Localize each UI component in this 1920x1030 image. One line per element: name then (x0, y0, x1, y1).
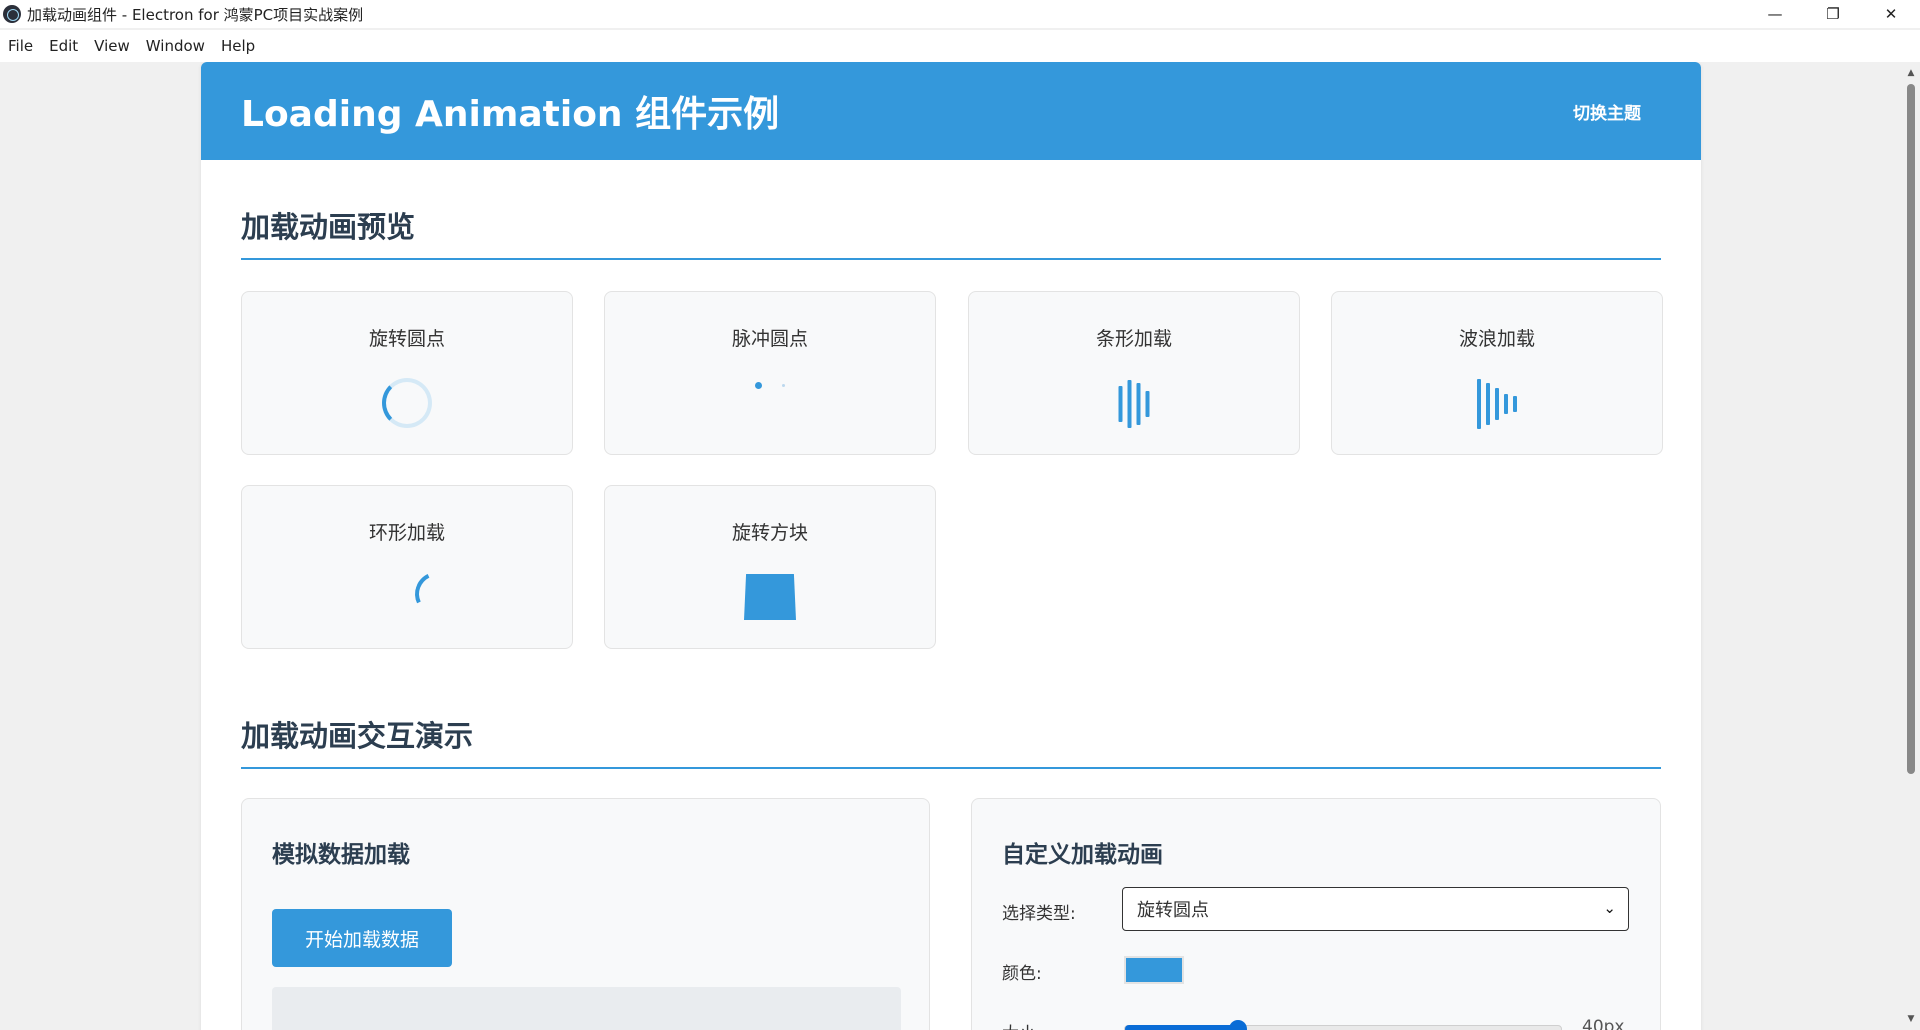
spinner-animation (382, 378, 432, 428)
preview-card-spinner: 旋转圆点 (241, 291, 573, 455)
restore-icon: ❐ (1826, 5, 1840, 23)
data-display-area (272, 987, 901, 1030)
close-button[interactable]: ✕ (1862, 0, 1920, 28)
vertical-scrollbar[interactable]: ▲ ▼ (1902, 62, 1920, 1030)
close-icon: ✕ (1884, 5, 1898, 23)
preview-section-title: 加载动画预览 (241, 210, 416, 244)
wave-bar (1495, 388, 1499, 420)
section-divider (241, 767, 1661, 769)
start-loading-button[interactable]: 开始加载数据 (272, 909, 452, 967)
wave-bar (1504, 394, 1508, 414)
loading-bar (1127, 380, 1132, 428)
restore-button[interactable]: ❐ (1804, 0, 1862, 28)
loading-bar (1136, 383, 1141, 425)
type-select-value: 旋转圆点 (1137, 900, 1209, 921)
menu-help[interactable]: Help (213, 37, 263, 55)
color-label: 颜色: (1002, 964, 1042, 984)
menu-edit[interactable]: Edit (41, 37, 86, 55)
loading-bar (1118, 386, 1123, 422)
preview-card-label: 旋转圆点 (368, 328, 445, 350)
window-controls: — ❐ ✕ (1746, 0, 1920, 28)
size-value: 40px (1582, 1017, 1625, 1030)
mock-loading-title: 模拟数据加载 (272, 842, 410, 868)
pulse-dot (782, 383, 785, 387)
minimize-button[interactable]: — (1746, 0, 1804, 28)
window-title: 加载动画组件 - Electron for 鸿蒙PC项目实战案例 (27, 5, 364, 24)
scroll-up-arrow-icon[interactable]: ▲ (1902, 66, 1920, 80)
preview-card-label: 环形加载 (368, 522, 445, 544)
preview-card-label: 脉冲圆点 (731, 328, 808, 350)
page-header: Loading Animation 组件示例 切换主题 (201, 62, 1701, 160)
size-label: 大小: (1002, 1019, 1042, 1030)
ring-animation (408, 565, 466, 623)
mock-loading-card: 模拟数据加载 开始加载数据 (241, 798, 930, 1030)
toggle-theme-button[interactable]: 切换主题 (1573, 99, 1641, 124)
square-animation (744, 574, 796, 620)
preview-card-wave: 波浪加载 (1331, 291, 1663, 455)
preview-card-label: 条形加载 (1095, 328, 1172, 350)
preview-card-bars: 条形加载 (968, 291, 1300, 455)
custom-loading-card: 自定义加载动画 选择类型: 旋转圆点 ⌄ 颜色: 大小: 40px (971, 798, 1661, 1030)
section-divider (241, 258, 1661, 260)
pulse-animation (755, 360, 785, 410)
size-slider-thumb[interactable] (1229, 1020, 1248, 1030)
page-viewport: Loading Animation 组件示例 切换主题 加载动画预览 旋转圆点 … (0, 62, 1902, 1030)
size-slider-fill (1125, 1025, 1239, 1030)
preview-card-square: 旋转方块 (604, 485, 936, 649)
bars-animation (1118, 378, 1150, 430)
page-title: Loading Animation 组件示例 (241, 94, 780, 135)
menu-view[interactable]: View (86, 37, 138, 55)
minimize-icon: — (1767, 5, 1783, 23)
menu-window[interactable]: Window (138, 37, 213, 55)
custom-loading-title: 自定义加载动画 (1002, 842, 1163, 868)
pulse-dot (755, 381, 762, 389)
scroll-thumb[interactable] (1907, 84, 1915, 774)
preview-card-pulse: 脉冲圆点 (604, 291, 936, 455)
size-slider[interactable] (1124, 1020, 1562, 1030)
loading-bar (1145, 391, 1150, 417)
interactive-section-title: 加载动画交互演示 (241, 719, 474, 753)
main-container: Loading Animation 组件示例 切换主题 加载动画预览 旋转圆点 … (201, 62, 1701, 1030)
preview-card-label: 波浪加载 (1458, 328, 1535, 350)
wave-animation (1477, 378, 1517, 430)
wave-bar (1486, 383, 1490, 425)
wave-bar (1477, 379, 1481, 429)
scroll-down-arrow-icon[interactable]: ▼ (1902, 1012, 1920, 1026)
preview-card-ring: 环形加载 (241, 485, 573, 649)
color-picker[interactable] (1124, 956, 1184, 984)
type-select[interactable]: 旋转圆点 ⌄ (1122, 887, 1629, 931)
menu-bar: File Edit View Window Help (0, 30, 1920, 62)
preview-card-label: 旋转方块 (731, 522, 808, 544)
electron-app-icon (3, 5, 21, 23)
type-select-label: 选择类型: (1002, 904, 1076, 924)
chevron-down-icon: ⌄ (1603, 899, 1616, 917)
title-bar: 加载动画组件 - Electron for 鸿蒙PC项目实战案例 — ❐ ✕ (0, 0, 1920, 28)
wave-bar (1513, 396, 1517, 412)
menu-file[interactable]: File (0, 37, 41, 55)
